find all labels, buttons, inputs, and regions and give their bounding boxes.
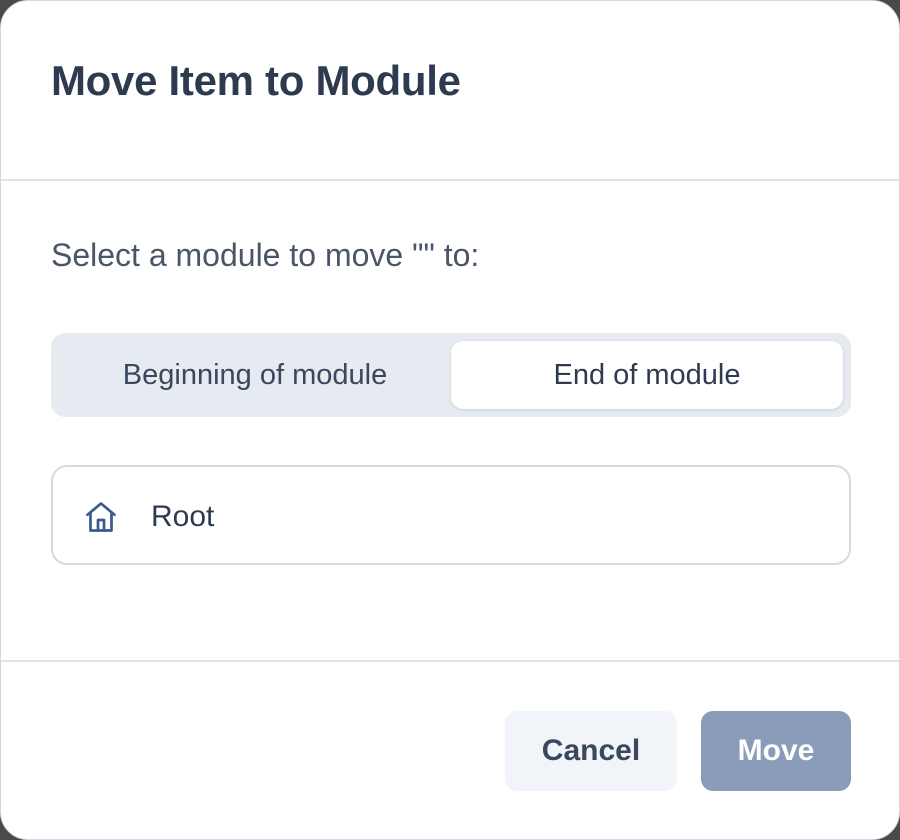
house-icon [86,502,116,532]
footer-divider [1,660,899,662]
cancel-button[interactable]: Cancel [505,711,677,791]
beginning-of-module-option[interactable]: Beginning of module [59,341,451,409]
module-item-root[interactable]: Root [51,465,851,565]
dialog-header: Move Item to Module [1,1,899,181]
move-button[interactable]: Move [701,711,851,791]
module-label: Root [151,500,215,533]
move-item-dialog: Move Item to Module Select a module to m… [0,0,900,840]
dialog-title: Move Item to Module [51,57,461,104]
position-toggle: Beginning of module End of module [51,333,851,417]
dialog-prompt: Select a module to move "" to: [51,237,480,273]
end-of-module-option[interactable]: End of module [451,341,843,409]
